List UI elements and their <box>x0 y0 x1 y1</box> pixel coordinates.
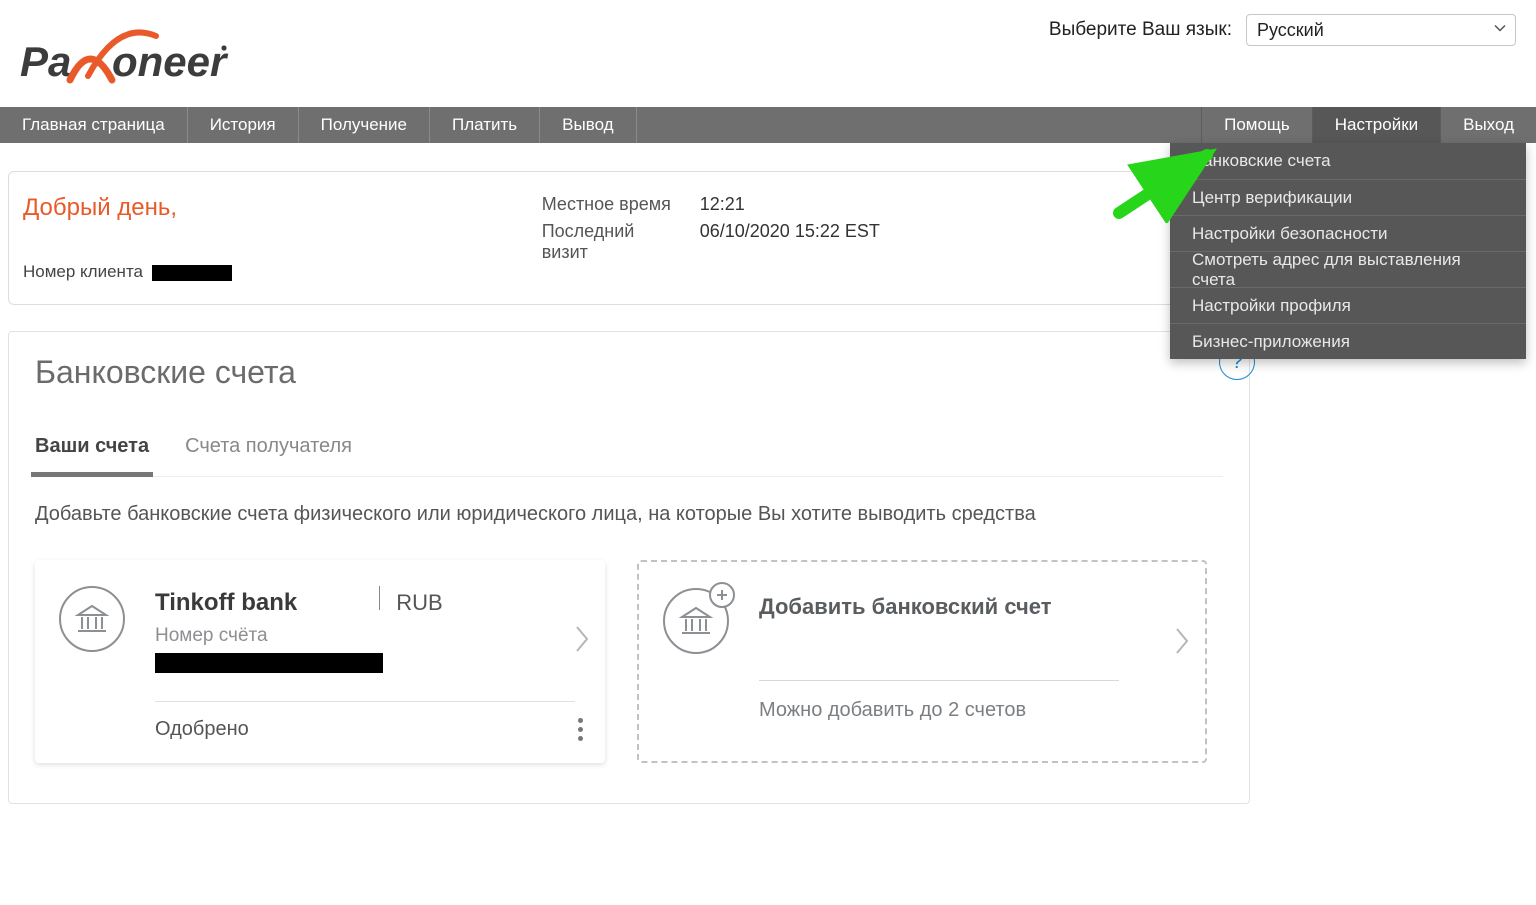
kebab-menu-icon[interactable] <box>574 714 587 745</box>
nav-item-pay[interactable]: Платить <box>430 107 540 143</box>
bank-account-card[interactable]: Tinkoff bank RUB Номер счёта Одобрено <box>35 560 605 763</box>
instruction-text: Добавьте банковские счета физического ил… <box>35 503 1223 526</box>
dropdown-item-security[interactable]: Настройки безопасности <box>1170 215 1526 251</box>
chevron-down-icon <box>1493 20 1507 41</box>
local-time-label: Местное время <box>542 194 682 215</box>
accounts-tabs: Ваши счета Счета получателя <box>35 435 1223 477</box>
nav-item-history[interactable]: История <box>188 107 299 143</box>
nav-item-help[interactable]: Помощь <box>1201 107 1312 143</box>
bank-accounts-panel: Банковские счета ? Ваши счета Счета полу… <box>8 331 1250 804</box>
dropdown-item-billing-address[interactable]: Смотреть адрес для выставления счета <box>1170 251 1526 287</box>
add-account-title: Добавить банковский счет <box>759 594 1175 620</box>
settings-dropdown: Банковские счета Центр верификации Настр… <box>1170 143 1526 359</box>
client-id-row: Номер клиента <box>23 262 232 282</box>
language-selected-value: Русский <box>1257 20 1324 41</box>
client-id-redacted <box>152 265 232 281</box>
bank-currency: RUB <box>396 590 442 616</box>
greeting-text: Добрый день, <box>23 194 232 222</box>
main-nav: Главная страница История Получение Плати… <box>0 107 1536 143</box>
local-time-value: 12:21 <box>700 194 745 215</box>
dropdown-item-bank-accounts[interactable]: Банковские счета <box>1170 143 1526 179</box>
nav-item-settings[interactable]: Настройки <box>1312 107 1440 143</box>
account-number-redacted <box>155 653 383 673</box>
add-bank-account-card[interactable]: Добавить банковский счет Можно добавить … <box>637 560 1207 763</box>
greeting-card: Добрый день, Номер клиента Местное время… <box>8 171 1250 305</box>
tab-your-accounts[interactable]: Ваши счета <box>35 435 149 476</box>
dropdown-item-verification[interactable]: Центр верификации <box>1170 179 1526 215</box>
svg-text:Pa: Pa <box>20 38 71 85</box>
bank-name: Tinkoff bank <box>155 589 297 617</box>
bank-icon <box>59 586 125 652</box>
account-number-label: Номер счёта <box>155 625 575 647</box>
panel-title: Банковские счета <box>35 354 1223 391</box>
currency-separator <box>379 586 380 610</box>
last-visit-value: 06/10/2020 15:22 EST <box>700 221 880 263</box>
nav-item-home[interactable]: Главная страница <box>0 107 188 143</box>
nav-item-logout[interactable]: Выход <box>1440 107 1536 143</box>
dropdown-item-profile[interactable]: Настройки профиля <box>1170 287 1526 323</box>
language-label: Выберите Ваш язык: <box>1049 19 1232 41</box>
plus-icon <box>709 582 735 608</box>
tab-recipient-accounts[interactable]: Счета получателя <box>185 435 352 476</box>
payoneer-logo: Pa oneer <box>20 28 230 93</box>
svg-text:oneer: oneer <box>112 38 229 85</box>
nav-item-receive[interactable]: Получение <box>299 107 430 143</box>
dropdown-item-business-apps[interactable]: Бизнес-приложения <box>1170 323 1526 359</box>
client-id-label: Номер клиента <box>23 262 143 281</box>
last-visit-label: Последний визит <box>542 221 682 263</box>
chevron-right-icon <box>573 624 591 659</box>
nav-item-withdraw[interactable]: Вывод <box>540 107 636 143</box>
language-select[interactable]: Русский <box>1246 14 1516 46</box>
add-account-subtitle: Можно добавить до 2 счетов <box>759 680 1119 722</box>
chevron-right-icon <box>1173 626 1191 661</box>
account-status: Одобрено <box>155 701 575 741</box>
